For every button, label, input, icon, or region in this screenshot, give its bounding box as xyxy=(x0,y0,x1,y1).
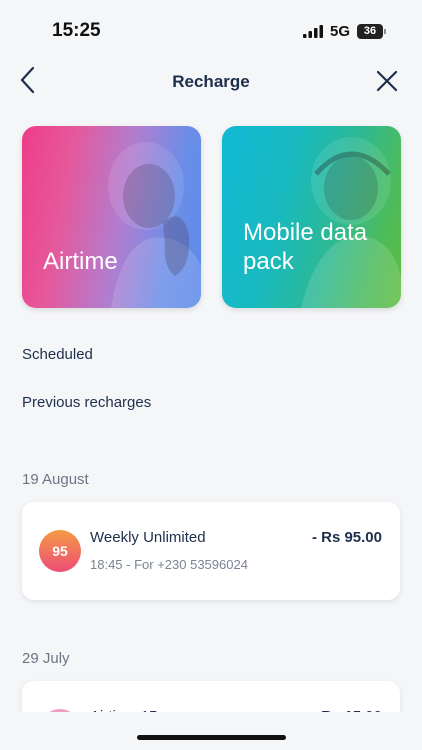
battery-icon: 36 xyxy=(357,24,387,39)
section-date: 19 August xyxy=(22,471,89,488)
battery-cap xyxy=(384,29,386,34)
scheduled-link[interactable]: Scheduled xyxy=(22,346,93,363)
transaction-meta: 18:45 - For +230 53596024 xyxy=(90,557,248,572)
mobile-data-pack-label: Mobile data pack xyxy=(243,219,368,275)
airtime-label: Airtime xyxy=(43,248,118,275)
battery-level: 36 xyxy=(357,24,383,39)
person-phone-illustration xyxy=(108,142,201,308)
signal-icon xyxy=(303,25,323,38)
airtime-card[interactable]: Airtime xyxy=(22,126,201,308)
transaction-amount: - Rs 95.00 xyxy=(311,529,382,546)
network-label: 5G xyxy=(330,23,351,40)
status-bar: 15:25 5G 36 xyxy=(0,0,422,54)
close-icon xyxy=(376,70,398,92)
transaction-card[interactable]: 95 Weekly Unlimited - Rs 95.00 18:45 - F… xyxy=(22,502,400,600)
section-date: 29 July xyxy=(22,650,70,667)
bottom-safe-area xyxy=(0,712,422,750)
close-button[interactable] xyxy=(372,66,402,96)
page-title: Recharge xyxy=(172,72,250,91)
person-headphones-illustration xyxy=(301,137,401,308)
amount-badge: 95 xyxy=(39,530,81,572)
status-time: 15:25 xyxy=(52,20,101,41)
home-indicator[interactable] xyxy=(137,735,286,740)
mobile-data-pack-card[interactable]: Mobile data pack xyxy=(222,126,401,308)
previous-recharges-link[interactable]: Previous recharges xyxy=(22,394,151,411)
transaction-name: Weekly Unlimited xyxy=(90,529,206,546)
